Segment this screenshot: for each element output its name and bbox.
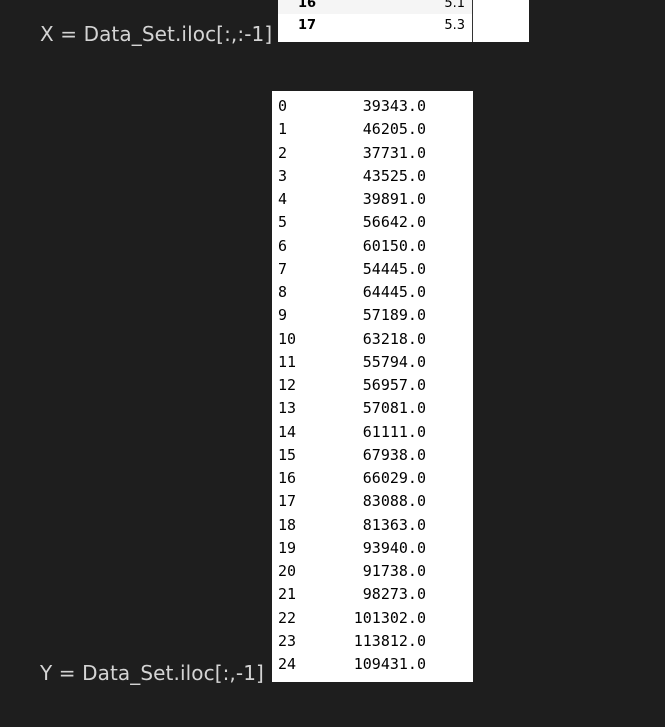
series-index: 11 bbox=[278, 352, 297, 371]
series-index: 24 bbox=[278, 655, 297, 673]
series-index: 23 bbox=[278, 631, 297, 650]
series-value: 39343.0 bbox=[362, 97, 426, 115]
list-item: 8 64445.0 bbox=[278, 281, 468, 304]
series-value: 56957.0 bbox=[362, 376, 426, 394]
table-row: 16 5.1 bbox=[278, 0, 473, 14]
list-item: 5 56642.0 bbox=[278, 211, 468, 234]
series-index: 17 bbox=[278, 492, 297, 511]
list-item: 0 39343.0 bbox=[278, 95, 468, 118]
series-value: 39891.0 bbox=[362, 190, 426, 208]
list-item: 23 113812.0 bbox=[278, 630, 468, 653]
series-value: 57189.0 bbox=[362, 306, 426, 325]
list-item: 6 60150.0 bbox=[278, 235, 468, 258]
series-value: 66029.0 bbox=[362, 469, 426, 487]
series-value: 67938.0 bbox=[362, 445, 426, 464]
list-item: 3 43525.0 bbox=[278, 165, 468, 188]
list-item: 10 63218.0 bbox=[278, 328, 468, 351]
series-value: 55794.0 bbox=[362, 352, 426, 371]
series-value: 43525.0 bbox=[362, 166, 426, 185]
series-value: 93940.0 bbox=[362, 538, 426, 557]
series-value: 56642.0 bbox=[362, 213, 426, 232]
series-index: 2 bbox=[278, 143, 288, 162]
list-item: 12 56957.0 bbox=[278, 374, 468, 397]
series-index: 14 bbox=[278, 422, 297, 441]
series-value: 113812.0 bbox=[353, 631, 426, 650]
series-index: 3 bbox=[278, 166, 288, 185]
code-line-y-assignment: Y = Data_Set.iloc[:,-1] bbox=[40, 661, 264, 685]
series-index: 16 bbox=[278, 469, 297, 487]
series-index: 21 bbox=[278, 585, 297, 604]
list-item: 18 81363.0 bbox=[278, 514, 468, 537]
list-item: 7 54445.0 bbox=[278, 258, 468, 281]
series-value: 60150.0 bbox=[362, 236, 426, 255]
series-index: 5 bbox=[278, 213, 288, 232]
series-value: 81363.0 bbox=[362, 515, 426, 534]
row-index: 17 bbox=[298, 18, 317, 33]
series-value: 91738.0 bbox=[362, 562, 426, 580]
series-index: 13 bbox=[278, 399, 297, 418]
series-value: 98273.0 bbox=[362, 585, 426, 604]
series-value: 37731.0 bbox=[362, 143, 426, 162]
series-index: 12 bbox=[278, 376, 297, 394]
series-index: 9 bbox=[278, 306, 288, 325]
y-series-output: 0 39343.0 1 46205.0 2 37731.0 3 43525.0 4 39891.0… bbox=[272, 91, 473, 682]
list-item: 17 83088.0 bbox=[278, 490, 468, 513]
list-item: 19 93940.0 bbox=[278, 537, 468, 560]
series-index: 19 bbox=[278, 538, 297, 557]
list-item: 16 66029.0 bbox=[278, 467, 468, 490]
list-item: 2 37731.0 bbox=[278, 142, 468, 165]
series-value: 54445.0 bbox=[362, 259, 426, 278]
list-item: 4 39891.0 bbox=[278, 188, 468, 211]
list-item: 13 57081.0 bbox=[278, 397, 468, 420]
series-index: 0 bbox=[278, 97, 288, 115]
series-value: 57081.0 bbox=[362, 399, 426, 418]
x-dataframe-output: 16 5.1 17 5.3 bbox=[278, 0, 529, 42]
series-index: 10 bbox=[278, 329, 297, 348]
list-item: 20 91738.0 bbox=[278, 560, 468, 583]
series-value: 109431.0 bbox=[353, 655, 426, 673]
table-row: 17 5.3 bbox=[278, 14, 473, 36]
list-item: 21 98273.0 bbox=[278, 583, 468, 606]
series-value: 64445.0 bbox=[362, 283, 426, 301]
row-value: 5.1 bbox=[444, 0, 465, 11]
series-index: 20 bbox=[278, 562, 297, 580]
series-value: 83088.0 bbox=[362, 492, 426, 511]
list-item: 15 67938.0 bbox=[278, 444, 468, 467]
series-value: 101302.0 bbox=[353, 608, 426, 627]
series-index: 22 bbox=[278, 608, 297, 627]
code-line-x-assignment: X = Data_Set.iloc[:,:-1] bbox=[40, 22, 273, 46]
list-item: 1 46205.0 bbox=[278, 118, 468, 141]
series-index: 1 bbox=[278, 120, 288, 139]
list-item: 22 101302.0 bbox=[278, 607, 468, 630]
series-index: 15 bbox=[278, 445, 297, 464]
row-value: 5.3 bbox=[444, 18, 465, 33]
list-item: 14 61111.0 bbox=[278, 421, 468, 444]
series-index: 8 bbox=[278, 283, 288, 301]
list-item: 9 57189.0 bbox=[278, 304, 468, 327]
series-value: 46205.0 bbox=[362, 120, 426, 139]
list-item: 11 55794.0 bbox=[278, 351, 468, 374]
series-index: 4 bbox=[278, 190, 288, 208]
list-item: 24 109431.0 bbox=[278, 653, 468, 676]
series-index: 6 bbox=[278, 236, 288, 255]
table-column-divider bbox=[472, 0, 473, 42]
series-index: 18 bbox=[278, 515, 297, 534]
row-index: 16 bbox=[298, 0, 317, 11]
series-value: 61111.0 bbox=[362, 422, 426, 441]
series-value: 63218.0 bbox=[362, 329, 426, 348]
series-index: 7 bbox=[278, 259, 288, 278]
